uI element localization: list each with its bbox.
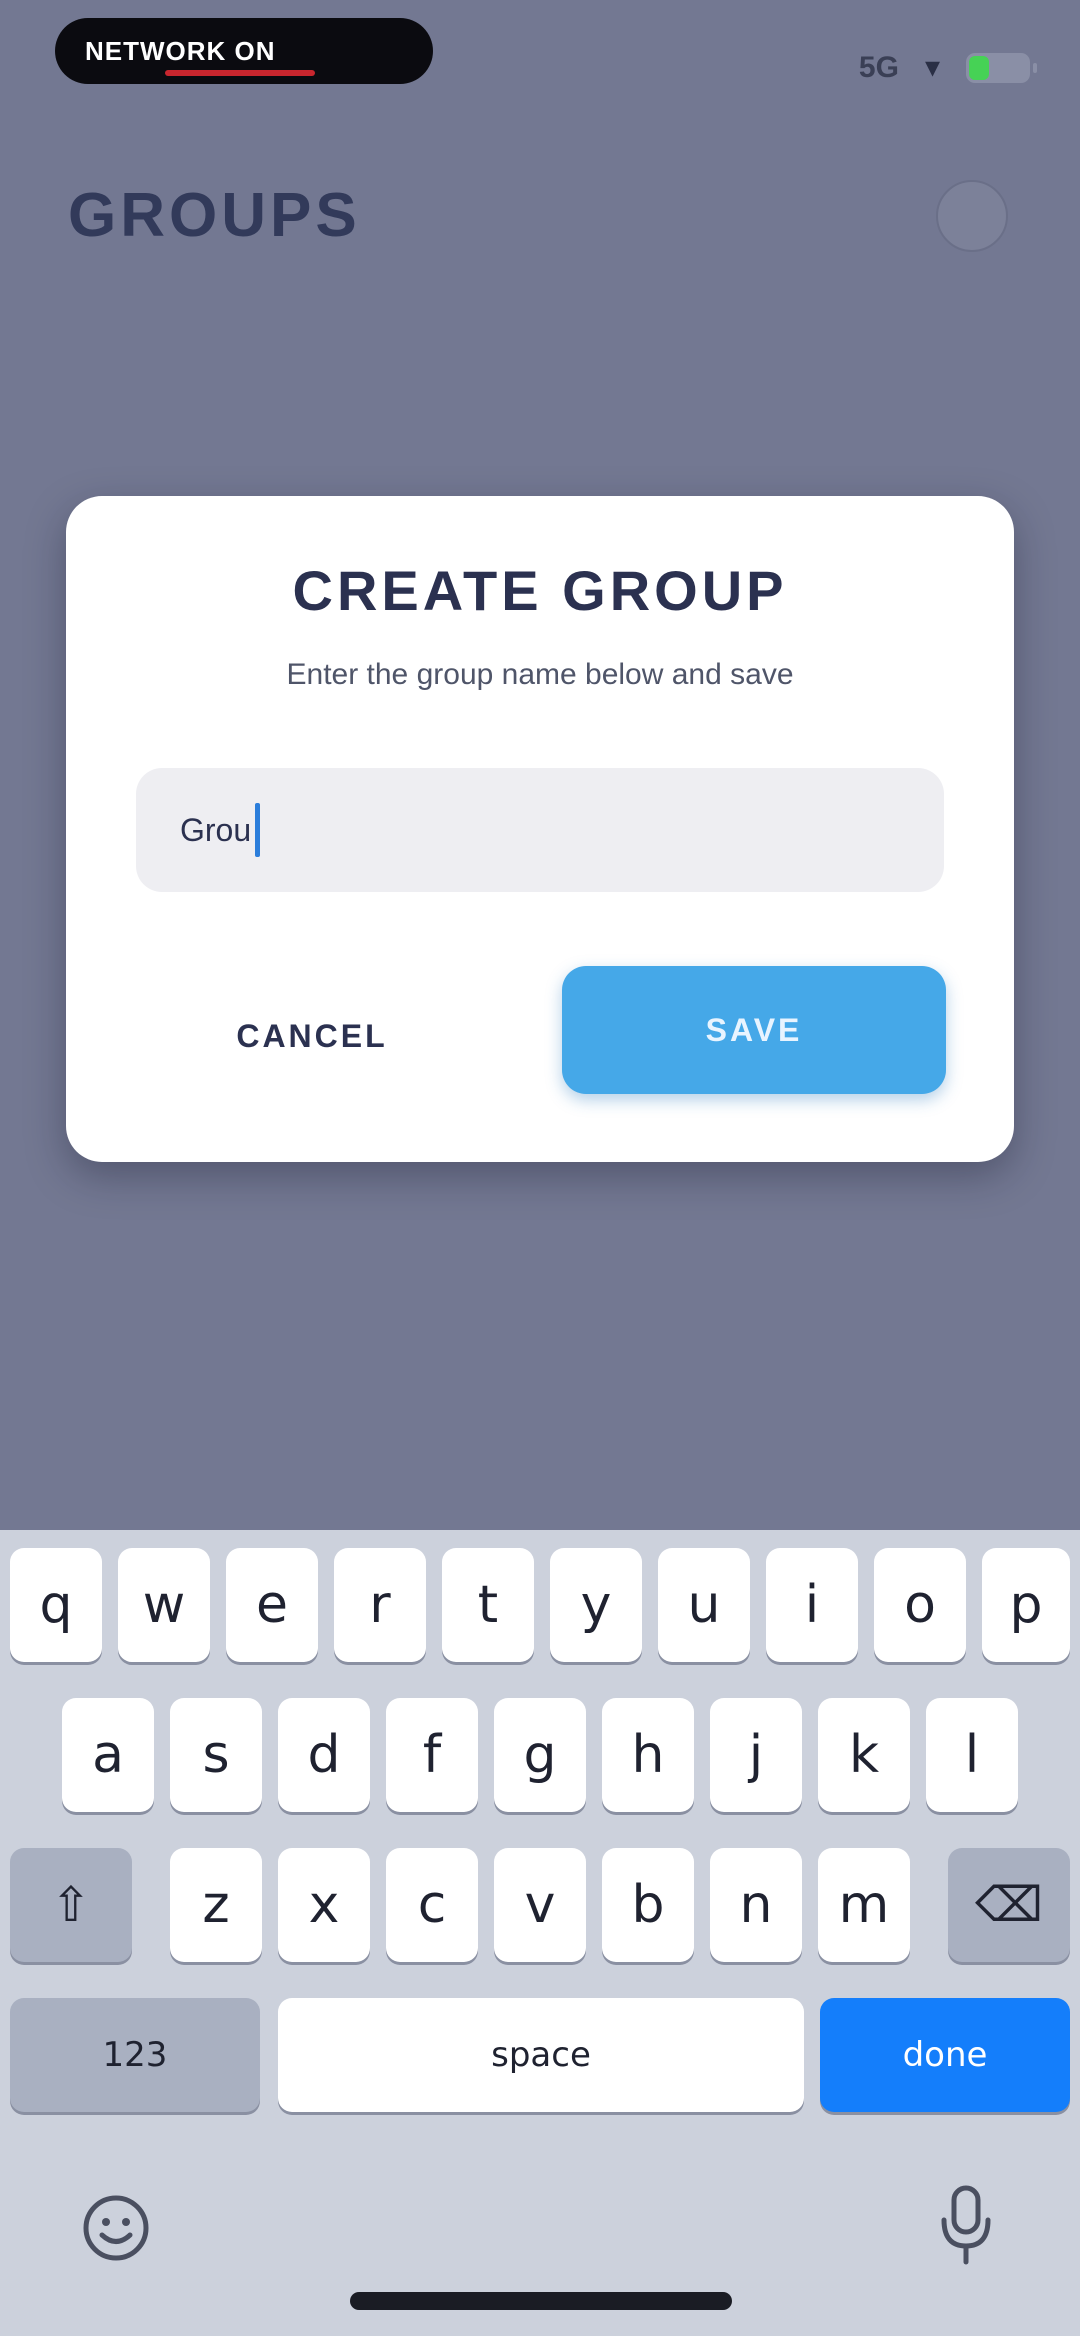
key-g[interactable]: g xyxy=(494,1698,586,1812)
battery-tip xyxy=(1033,62,1037,73)
page-title: GROUPS xyxy=(68,181,361,250)
key-a[interactable]: a xyxy=(62,1698,154,1812)
profile-avatar[interactable] xyxy=(936,180,1008,252)
status-pill: NETWORK ON xyxy=(55,18,433,84)
create-group-dialog: CREATE GROUP Enter the group name below … xyxy=(66,496,1014,1162)
shift-icon: ⇧ xyxy=(50,1877,92,1933)
key-i[interactable]: i xyxy=(766,1548,858,1662)
emoji-icon-glyph xyxy=(83,2195,149,2261)
key-y[interactable]: y xyxy=(550,1548,642,1662)
key-u[interactable]: u xyxy=(658,1548,750,1662)
key-t[interactable]: t xyxy=(442,1548,534,1662)
key-e[interactable]: e xyxy=(226,1548,318,1662)
key-k[interactable]: k xyxy=(818,1698,910,1812)
dialog-subtitle: Enter the group name below and save xyxy=(286,658,794,691)
emoji-icon[interactable] xyxy=(76,2188,156,2268)
battery-icon xyxy=(966,52,1037,83)
home-indicator[interactable] xyxy=(350,2292,732,2310)
status-pill-indicator xyxy=(165,70,315,76)
microphone-icon-glyph xyxy=(941,2185,991,2265)
shift-key[interactable]: ⇧ xyxy=(10,1848,132,1962)
space-key[interactable]: space xyxy=(278,1998,804,2112)
key-p[interactable]: p xyxy=(982,1548,1070,1662)
backspace-icon: ⌫ xyxy=(975,1877,1043,1933)
key-s[interactable]: s xyxy=(170,1698,262,1812)
key-o[interactable]: o xyxy=(874,1548,966,1662)
battery-level xyxy=(969,55,989,80)
key-b[interactable]: b xyxy=(602,1848,694,1962)
onscreen-keyboard: q w e r t y u i o p a s d f g h j k l ⇧ … xyxy=(0,1530,1080,2336)
key-c[interactable]: c xyxy=(386,1848,478,1962)
done-key[interactable]: done xyxy=(820,1998,1070,2112)
status-pill-text: NETWORK ON xyxy=(85,35,276,66)
key-r[interactable]: r xyxy=(334,1548,426,1662)
key-x[interactable]: x xyxy=(278,1848,370,1962)
save-button[interactable]: SAVE xyxy=(562,966,946,1094)
backspace-key[interactable]: ⌫ xyxy=(948,1848,1070,1962)
app-backdrop: NETWORK ON 5G ▾ GROUPS CREATE GROUP Ente… xyxy=(0,0,1080,1530)
wifi-icon: ▾ xyxy=(924,51,940,84)
key-n[interactable]: n xyxy=(710,1848,802,1962)
microphone-icon[interactable] xyxy=(926,2185,1006,2266)
group-name-input[interactable]: Grou xyxy=(136,768,944,892)
cancel-button[interactable]: CANCEL xyxy=(212,996,412,1076)
key-q[interactable]: q xyxy=(10,1548,102,1662)
key-h[interactable]: h xyxy=(602,1698,694,1812)
key-w[interactable]: w xyxy=(118,1548,210,1662)
text-caret xyxy=(255,803,261,857)
key-f[interactable]: f xyxy=(386,1698,478,1812)
key-z[interactable]: z xyxy=(170,1848,262,1962)
key-j[interactable]: j xyxy=(710,1698,802,1812)
status-icons: 5G ▾ xyxy=(858,50,1037,85)
group-name-value: Grou xyxy=(180,811,252,848)
key-l[interactable]: l xyxy=(926,1698,1018,1812)
cellular-signal-icon: 5G xyxy=(858,50,899,84)
dialog-title: CREATE GROUP xyxy=(292,559,788,622)
numbers-key[interactable]: 123 xyxy=(10,1998,260,2112)
key-v[interactable]: v xyxy=(494,1848,586,1962)
key-m[interactable]: m xyxy=(818,1848,910,1962)
key-d[interactable]: d xyxy=(278,1698,370,1812)
